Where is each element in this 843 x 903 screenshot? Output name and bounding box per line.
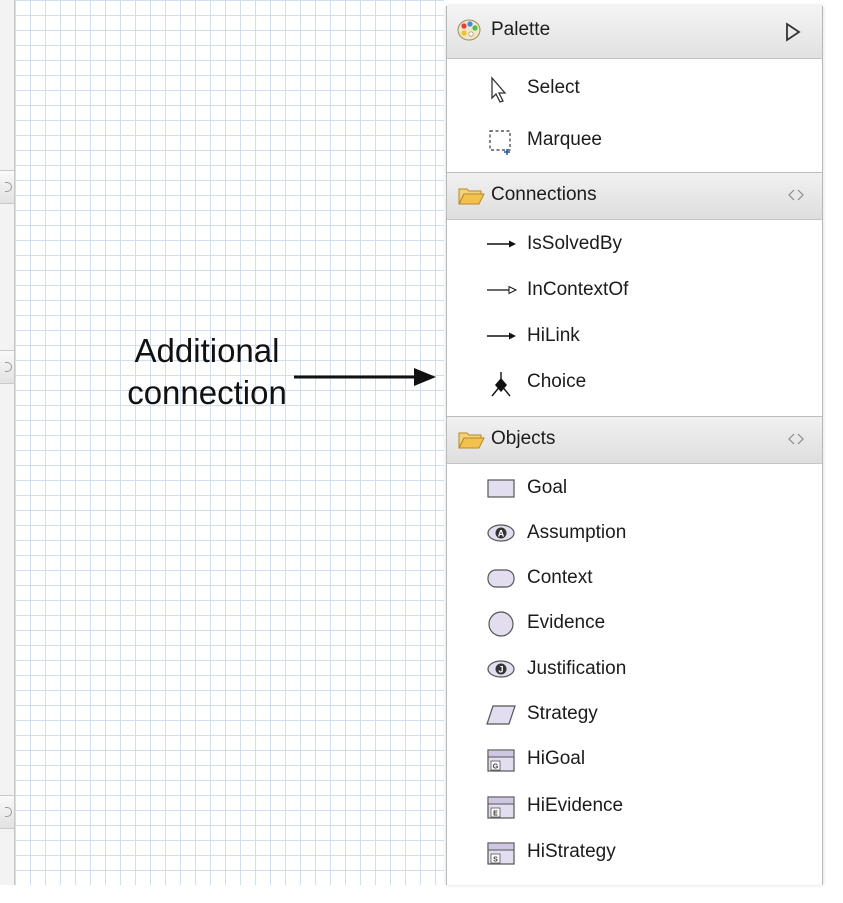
editor-view: Additional connection Palette Select Mar…	[0, 0, 843, 903]
marquee-icon	[489, 130, 511, 155]
open-folder-icon	[458, 188, 485, 205]
justification-oval-icon: J	[487, 660, 515, 678]
tool-marquee-label: Marquee	[527, 129, 602, 150]
palette-item-histrategy[interactable]: S HiStrategy	[447, 832, 822, 876]
tool-marquee[interactable]: Marquee	[447, 120, 822, 164]
palette-item-issolvedby[interactable]: IsSolvedBy	[447, 224, 822, 268]
hollow-arrow-icon	[487, 285, 518, 295]
palette-item-label: Justification	[527, 658, 627, 679]
higoal-badge: G	[493, 764, 499, 771]
palette-item-label: Context	[527, 567, 593, 588]
histrategy-icon: S	[487, 842, 515, 865]
assumption-oval-icon: A	[487, 524, 515, 542]
tool-select-label: Select	[527, 77, 580, 98]
open-folder-icon	[458, 432, 485, 449]
palette-title: Palette	[491, 19, 551, 40]
goal-rectangle-icon	[487, 479, 515, 498]
diagram-canvas[interactable]	[15, 0, 444, 885]
palette-item-context[interactable]: Context	[447, 558, 822, 602]
solid-arrow-icon	[487, 332, 516, 340]
context-rounded-rect-icon	[487, 569, 515, 588]
palette-item-label: HiGoal	[527, 748, 586, 769]
palette-item-label: HiStrategy	[527, 841, 616, 862]
higoal-icon: G	[487, 749, 515, 772]
palette-item-label: HiLink	[527, 325, 580, 346]
annotation-line-1: Additional	[134, 332, 280, 369]
drawer-objects-label: Objects	[491, 428, 556, 449]
palette-item-label: IsSolvedBy	[527, 233, 623, 254]
assumption-badge: A	[498, 529, 505, 539]
hievidence-badge: E	[493, 811, 498, 818]
palette-header: Palette	[447, 6, 822, 59]
collapsed-tab-handle[interactable]	[0, 350, 14, 384]
collapse-palette-icon[interactable]	[783, 21, 803, 43]
palette-item-goal[interactable]: Goal	[447, 468, 822, 512]
strategy-parallelogram-icon	[486, 705, 516, 725]
drawer-connections-label: Connections	[491, 184, 597, 205]
annotation-line-2: connection	[127, 374, 287, 411]
solid-arrow-icon	[487, 240, 516, 248]
palette-item-hievidence[interactable]: E HiEvidence	[447, 786, 822, 830]
palette-item-label: Evidence	[527, 612, 606, 633]
palette-item-label: HiEvidence	[527, 795, 624, 816]
choice-icon	[491, 372, 511, 397]
palette-item-label: InContextOf	[527, 279, 629, 300]
histrategy-badge: S	[493, 857, 498, 864]
palette-item-higoal[interactable]: G HiGoal	[447, 739, 822, 783]
palette-item-strategy[interactable]: Strategy	[447, 694, 822, 738]
hievidence-icon: E	[487, 796, 515, 819]
palette-panel: Palette Select Marquee Connections IsSol…	[446, 6, 823, 885]
palette-item-choice[interactable]: Choice	[447, 362, 822, 406]
pin-drawer-icon[interactable]	[787, 187, 805, 203]
palette-item-label: Strategy	[527, 703, 598, 724]
adjacent-panel-edge	[0, 0, 15, 885]
palette-item-label: Goal	[527, 477, 568, 498]
evidence-circle-icon	[488, 611, 514, 637]
palette-item-label: Choice	[527, 371, 587, 392]
annotation-label: Additional connection	[94, 330, 320, 414]
drawer-connections[interactable]: Connections	[447, 172, 822, 220]
drawer-objects[interactable]: Objects	[447, 416, 822, 464]
palette-item-label: Assumption	[527, 522, 627, 543]
palette-item-hilink[interactable]: HiLink	[447, 316, 822, 360]
justification-badge: J	[498, 665, 503, 675]
palette-item-assumption[interactable]: A Assumption	[447, 513, 822, 557]
select-arrow-icon	[491, 76, 507, 103]
collapsed-tab-handle[interactable]	[0, 170, 14, 204]
pin-drawer-icon[interactable]	[787, 431, 805, 447]
palette-item-incontextof[interactable]: InContextOf	[447, 270, 822, 314]
collapsed-tab-handle[interactable]	[0, 795, 14, 829]
palette-icon	[457, 19, 481, 41]
tool-select[interactable]: Select	[447, 68, 822, 112]
palette-item-evidence[interactable]: Evidence	[447, 603, 822, 647]
palette-item-justification[interactable]: J Justification	[447, 649, 822, 693]
